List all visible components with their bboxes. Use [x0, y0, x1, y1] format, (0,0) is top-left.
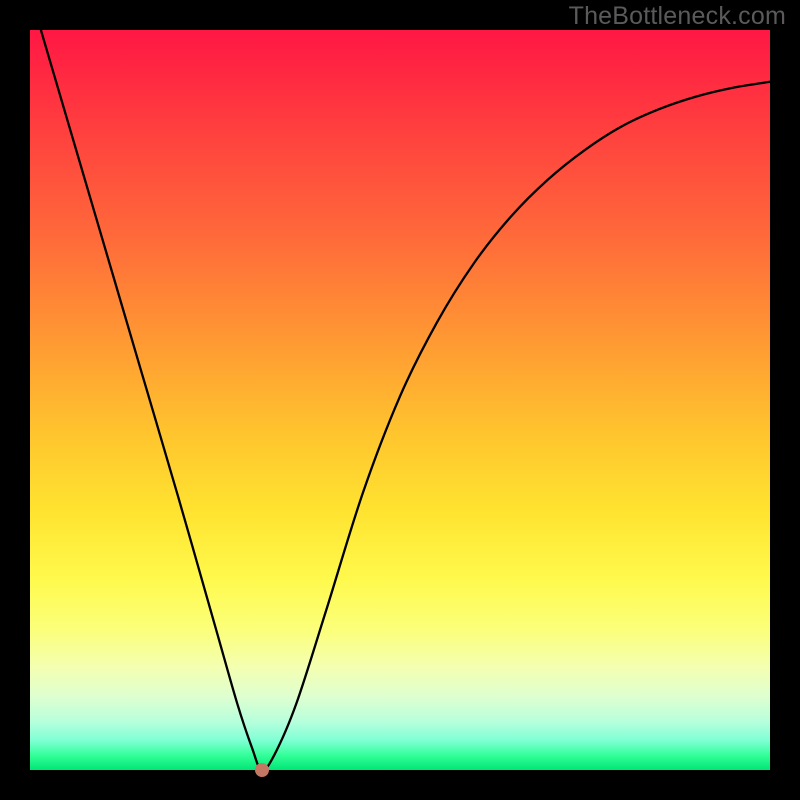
watermark-text: TheBottleneck.com: [569, 2, 786, 31]
chart-frame: TheBottleneck.com: [0, 0, 800, 800]
optimal-point-marker: [255, 763, 269, 777]
bottleneck-curve: [30, 30, 770, 770]
